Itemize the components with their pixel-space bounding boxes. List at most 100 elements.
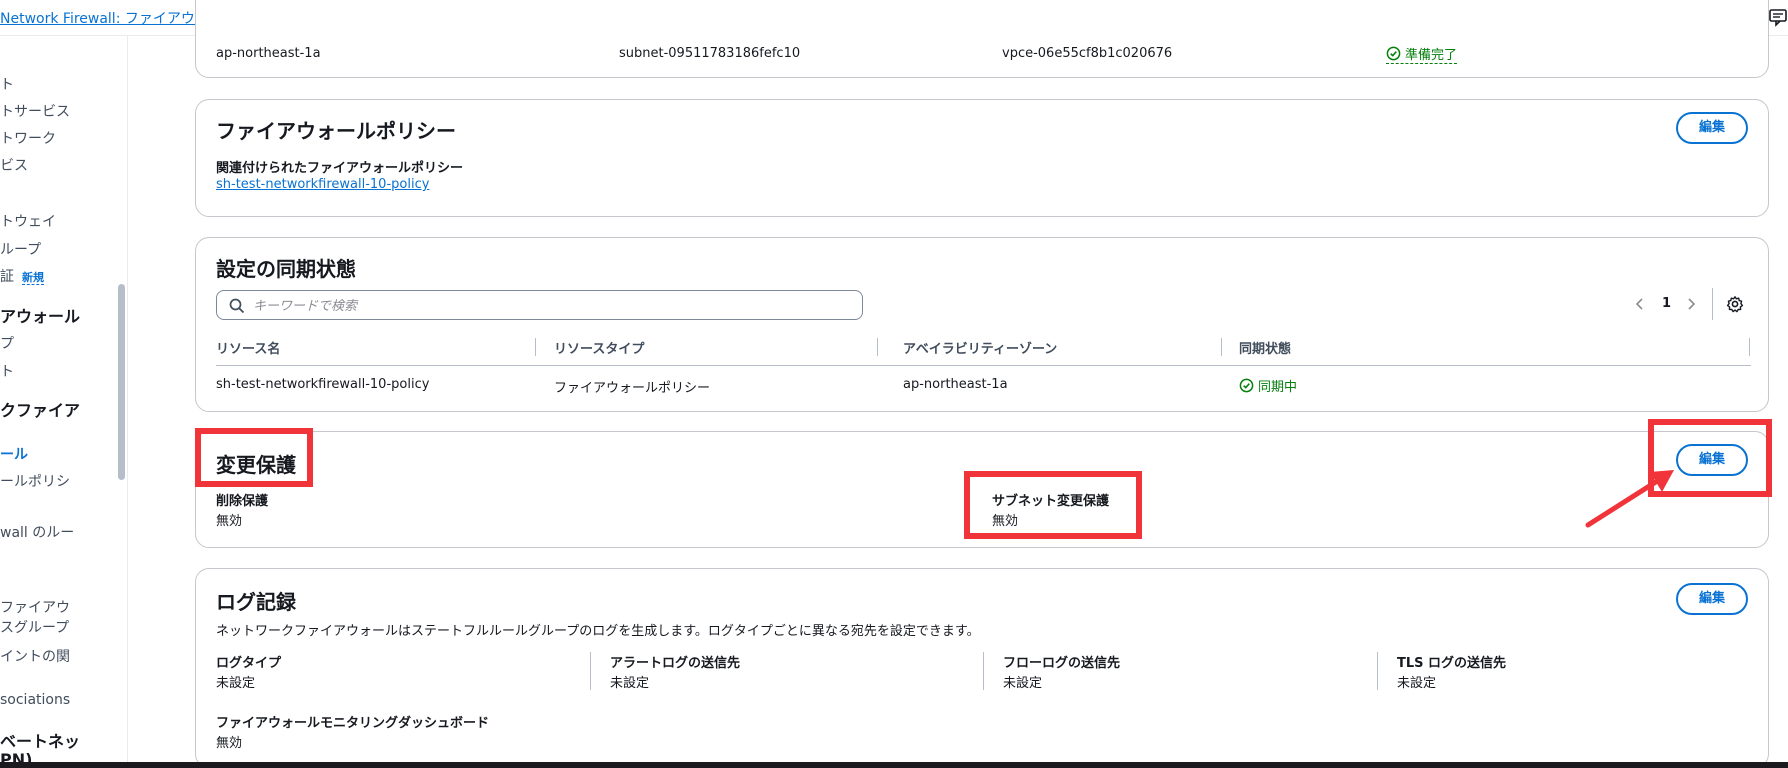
sidebar-item[interactable]: トウェイ bbox=[0, 211, 56, 231]
sync-card-title: 設定の同期状態 bbox=[216, 257, 356, 281]
sidebar-item-label: ト bbox=[0, 77, 14, 93]
sidebar-item-label: sociations bbox=[0, 692, 71, 708]
column-divider[interactable] bbox=[1221, 338, 1222, 356]
sidebar-item[interactable]: 証新規 bbox=[0, 266, 44, 286]
sidebar-item[interactable]: プ bbox=[0, 333, 14, 353]
column-header-resource-name[interactable]: リソース名 bbox=[216, 338, 280, 357]
sidebar-section[interactable]: ベートネッ bbox=[0, 728, 80, 752]
column-header-az[interactable]: アベイラビリティーゾーン bbox=[903, 338, 1057, 357]
dashboard-value: 無効 bbox=[216, 736, 243, 751]
column-divider bbox=[590, 652, 591, 690]
table-header-divider bbox=[216, 365, 1751, 366]
log-type-value: 未設定 bbox=[216, 676, 256, 691]
column-divider[interactable] bbox=[1749, 338, 1750, 356]
endpoint-id: vpce-06e55cf8b1c020676 bbox=[1002, 46, 1173, 61]
chevron-right-icon[interactable] bbox=[1684, 296, 1698, 312]
feedback-icon[interactable] bbox=[1768, 6, 1788, 28]
sidebar-nav: ト トサービス トワーク ビス トウェイ ループ 証新規 アウォール プ ト ク… bbox=[0, 36, 128, 762]
dashboard-label: ファイアウォールモニタリングダッシュボード bbox=[216, 716, 490, 731]
column-divider bbox=[1377, 652, 1378, 690]
delete-protection-value: 無効 bbox=[216, 514, 243, 529]
logging-card: ログ記録 編集 ネットワークファイアウォールはステートフルルールグループのログを… bbox=[195, 568, 1769, 768]
sidebar-item-label: ール bbox=[0, 447, 28, 463]
chevron-left-icon[interactable] bbox=[1633, 296, 1647, 312]
policy-edit-button[interactable]: 編集 bbox=[1676, 112, 1748, 144]
logging-description: ネットワークファイアウォールはステートフルルールグループのログを生成します。ログ… bbox=[216, 624, 980, 639]
logging-card-title: ログ記録 bbox=[216, 590, 296, 614]
table-cell-resource-name: sh-test-networkfirewall-10-policy bbox=[216, 377, 430, 392]
sidebar-item[interactable]: イントの関 bbox=[0, 646, 70, 666]
sync-state-card: 設定の同期状態 1 リソース名 リソースタイプ アベイラビリティーゾーン 同期状… bbox=[195, 237, 1769, 412]
alert-log-label: アラートログの送信先 bbox=[610, 656, 741, 671]
log-type-label: ログタイプ bbox=[216, 656, 282, 671]
table-cell-az: ap-northeast-1a bbox=[903, 377, 1008, 392]
flow-log-label: フローログの送信先 bbox=[1003, 656, 1121, 671]
sidebar-item-label: トサービス bbox=[0, 104, 70, 120]
column-header-resource-type[interactable]: リソースタイプ bbox=[554, 338, 644, 357]
sidebar-item-label: ト bbox=[0, 364, 14, 380]
endpoints-card: ap-northeast-1a subnet-09511783186fefc10… bbox=[195, 0, 1769, 78]
sidebar-item[interactable]: トワーク bbox=[0, 128, 56, 148]
sidebar-item-label: トウェイ bbox=[0, 214, 56, 230]
endpoint-status-text: 準備完了 bbox=[1405, 48, 1458, 63]
tls-log-value: 未設定 bbox=[1397, 676, 1437, 691]
tls-log-label: TLS ログの送信先 bbox=[1397, 656, 1507, 671]
sidebar-item-label: スグループ bbox=[0, 620, 70, 636]
check-circle-icon bbox=[1239, 378, 1254, 393]
sidebar-item-label: プ bbox=[0, 336, 14, 352]
sidebar-item[interactable]: ビス bbox=[0, 155, 28, 175]
sidebar-item-label: トワーク bbox=[0, 131, 56, 147]
column-header-sync-status[interactable]: 同期状態 bbox=[1239, 338, 1291, 357]
column-divider[interactable] bbox=[877, 338, 878, 356]
window-bottom-edge bbox=[0, 762, 1788, 768]
endpoint-az: ap-northeast-1a bbox=[216, 46, 321, 61]
sidebar-item-label: ビス bbox=[0, 158, 28, 174]
settings-gear-icon[interactable] bbox=[1726, 295, 1744, 313]
delete-protection-label: 削除保護 bbox=[216, 494, 269, 509]
policy-link[interactable]: sh-test-networkfirewall-10-policy bbox=[216, 177, 429, 192]
table-cell-resource-type: ファイアウォールポリシー bbox=[554, 381, 711, 396]
sidebar-section-label: ベートネッ bbox=[0, 732, 81, 751]
endpoint-status[interactable]: 準備完了 bbox=[1386, 44, 1458, 64]
sidebar-item[interactable]: wall のルー bbox=[0, 522, 74, 542]
sidebar-item[interactable]: ールポリシ bbox=[0, 471, 70, 491]
sidebar-item-label: ールポリシ bbox=[0, 474, 70, 490]
sidebar-item[interactable]: ト bbox=[0, 74, 14, 94]
highlight-box-protection-title bbox=[195, 428, 313, 487]
sidebar-item-label: wall のルー bbox=[0, 525, 75, 541]
policy-label: 関連付けられたファイアウォールポリシー bbox=[216, 161, 464, 176]
sidebar-section[interactable]: クファイア bbox=[0, 397, 80, 421]
sidebar-item-label: ループ bbox=[0, 242, 42, 258]
firewall-policy-card: ファイアウォールポリシー 編集 関連付けられたファイアウォールポリシー sh-t… bbox=[195, 99, 1769, 217]
page-number[interactable]: 1 bbox=[1662, 296, 1671, 311]
sidebar-item[interactable]: スグループ bbox=[0, 617, 69, 637]
sidebar-item[interactable]: sociations bbox=[0, 692, 70, 708]
sidebar-scrollbar[interactable] bbox=[118, 284, 125, 480]
sidebar-item-active[interactable]: ール bbox=[0, 444, 28, 464]
pagination-divider bbox=[1712, 288, 1713, 320]
sidebar-item[interactable]: ト bbox=[0, 361, 14, 381]
endpoint-subnet: subnet-09511783186fefc10 bbox=[619, 46, 801, 61]
sidebar-section[interactable]: アウォール bbox=[0, 303, 80, 327]
sidebar-item-label: 証 bbox=[0, 269, 14, 285]
policy-card-title: ファイアウォールポリシー bbox=[216, 119, 456, 143]
sidebar-section[interactable]: PN) bbox=[0, 750, 32, 762]
sidebar-section-label: アウォール bbox=[0, 307, 81, 326]
column-divider bbox=[983, 652, 984, 690]
column-divider[interactable] bbox=[535, 338, 536, 356]
check-circle-icon bbox=[1386, 46, 1401, 61]
logging-edit-button[interactable]: 編集 bbox=[1676, 583, 1748, 615]
alert-log-value: 未設定 bbox=[610, 676, 650, 691]
search-icon bbox=[229, 298, 245, 314]
sidebar-section-label: クファイア bbox=[0, 401, 81, 420]
sidebar-item[interactable]: トサービス bbox=[0, 101, 70, 121]
search-field[interactable] bbox=[216, 290, 863, 320]
sidebar-item-label: ファイアウ bbox=[0, 600, 70, 616]
annotation-arrow-icon bbox=[1585, 470, 1674, 528]
search-input[interactable] bbox=[253, 296, 843, 316]
flow-log-value: 未設定 bbox=[1003, 676, 1043, 691]
sidebar-item[interactable]: ループ bbox=[0, 239, 41, 259]
table-cell-sync-status: 同期中 bbox=[1239, 376, 1297, 395]
sidebar-item[interactable]: ファイアウ bbox=[0, 597, 70, 617]
highlight-box-subnet-protection bbox=[964, 471, 1142, 539]
